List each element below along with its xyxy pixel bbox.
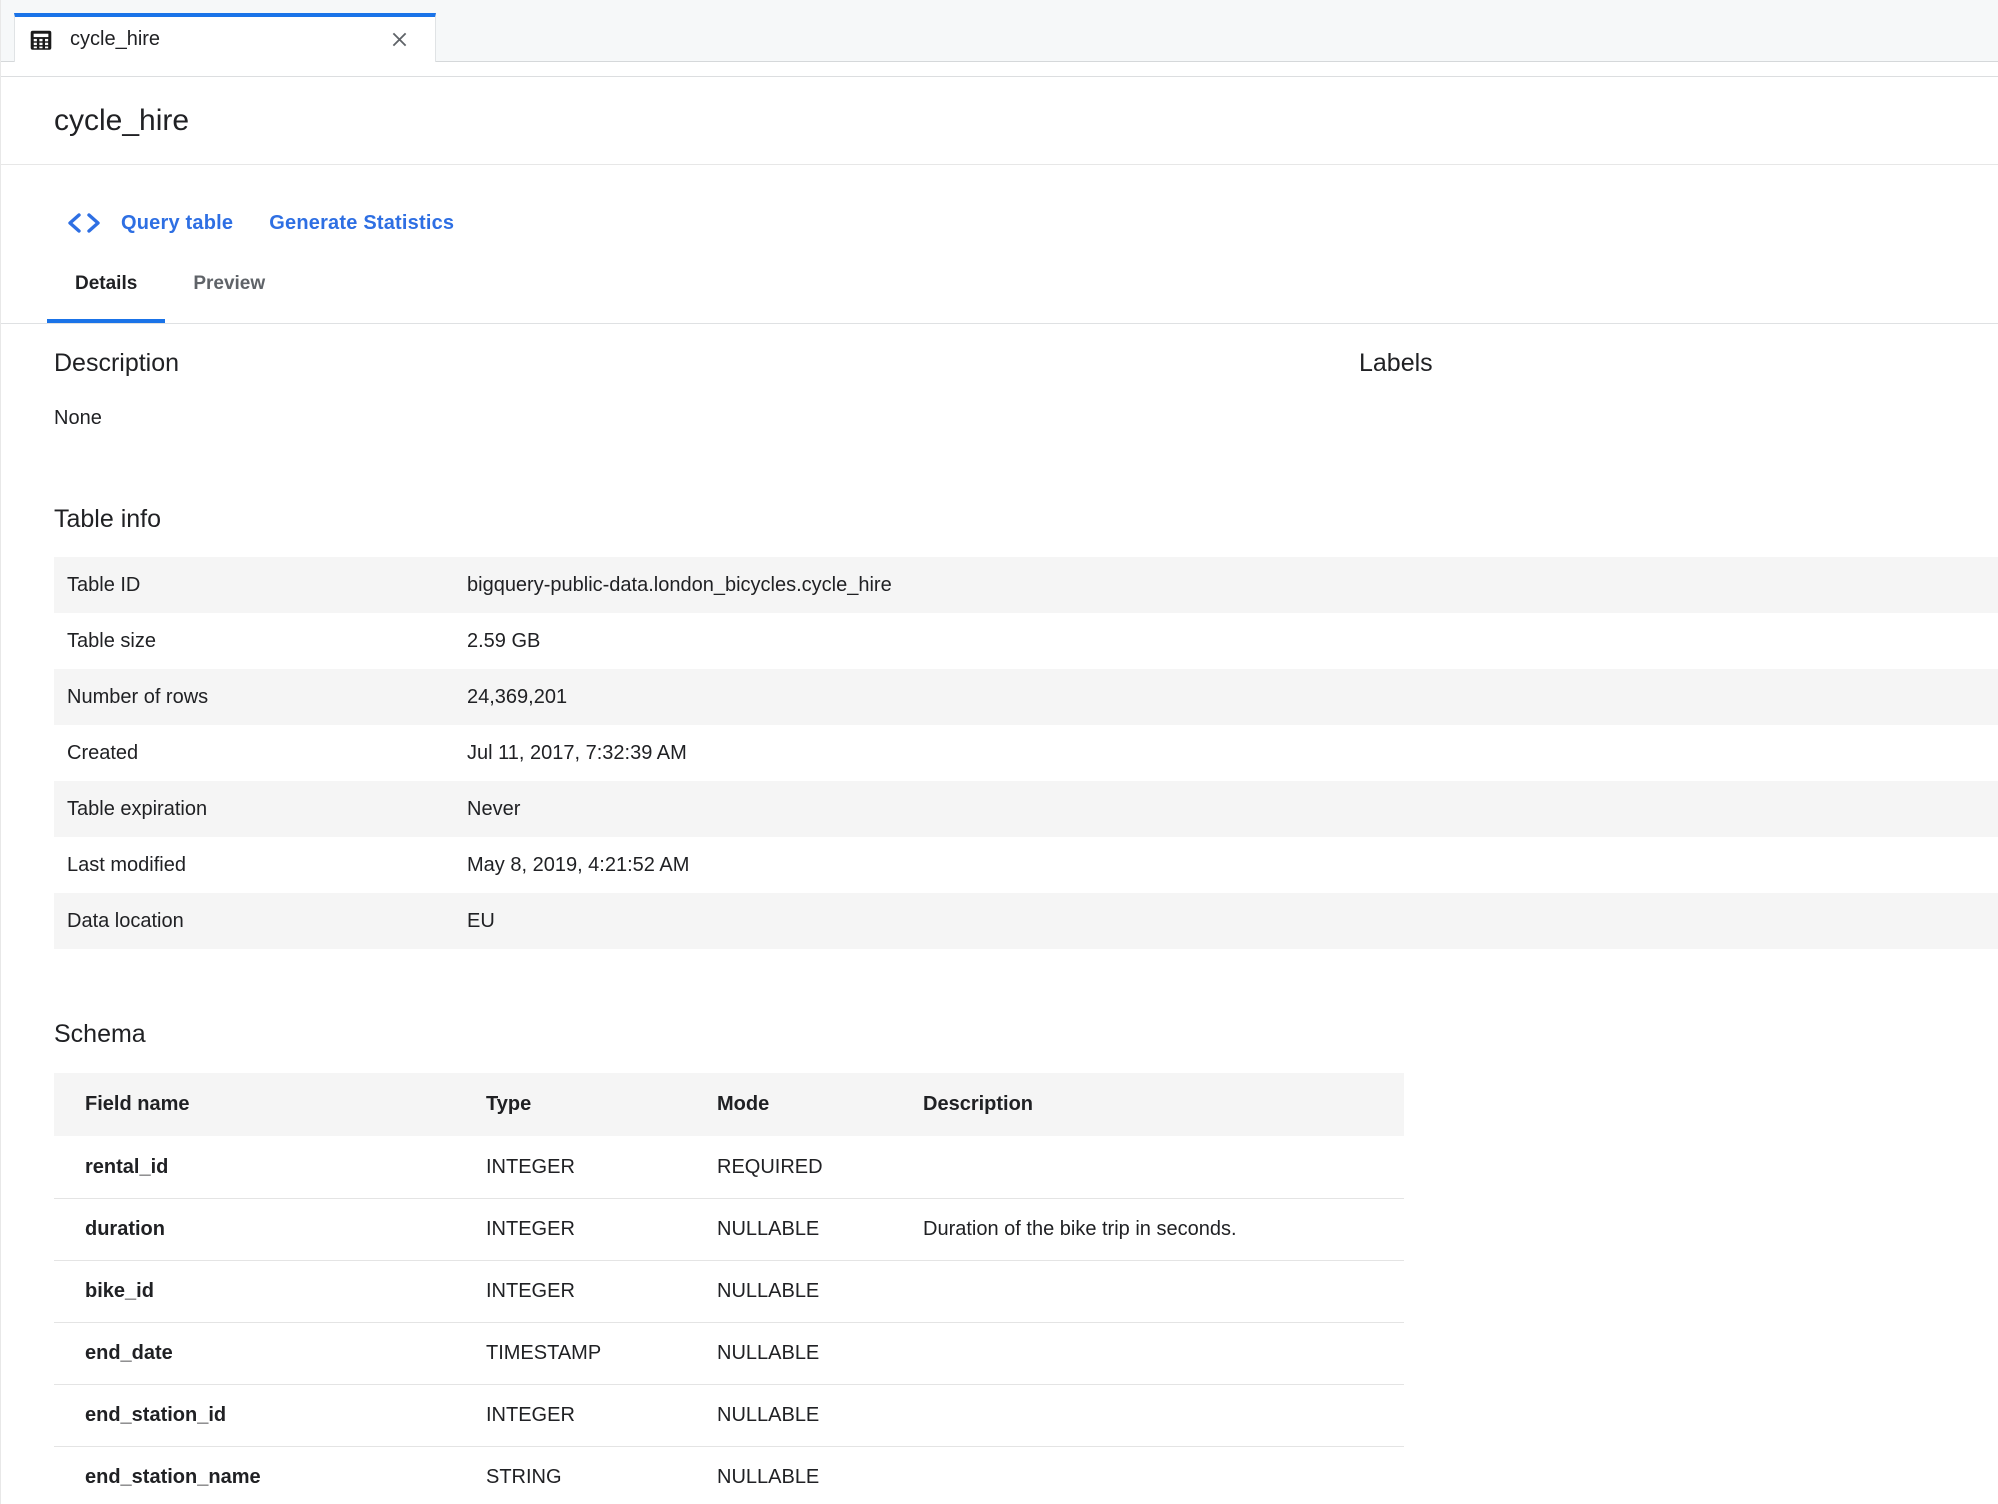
schema-row: end_station_id INTEGER NULLABLE xyxy=(54,1384,1404,1446)
table-row: Data location EU xyxy=(54,893,1998,949)
page-title: cycle_hire xyxy=(54,104,189,138)
tab-details[interactable]: Details xyxy=(47,248,165,323)
info-value: EU xyxy=(467,910,495,933)
editor-tab-strip: cycle_hire xyxy=(1,0,1998,62)
info-value: 2.59 GB xyxy=(467,630,540,653)
details-content: Description Labels None Table info Table… xyxy=(1,348,1998,1504)
info-label: Data location xyxy=(54,910,467,933)
field-name: end_station_id xyxy=(54,1404,486,1427)
field-mode: NULLABLE xyxy=(717,1404,923,1427)
generate-statistics-label: Generate Statistics xyxy=(269,212,454,235)
field-type: INTEGER xyxy=(486,1404,717,1427)
schema-row: rental_id INTEGER REQUIRED xyxy=(54,1136,1404,1198)
field-name: bike_id xyxy=(54,1280,486,1303)
code-brackets-icon xyxy=(65,211,103,235)
table-row: Table expiration Never xyxy=(54,781,1998,837)
info-label: Table size xyxy=(54,630,467,653)
info-label: Table expiration xyxy=(54,798,467,821)
table-details-page: cycle_hire cycle_hire Query table Genera… xyxy=(0,0,1998,1504)
view-tabs: Details Preview xyxy=(1,248,1998,324)
field-type: STRING xyxy=(486,1466,717,1489)
generate-statistics-button[interactable]: Generate Statistics xyxy=(269,212,454,235)
info-value: bigquery-public-data.london_bicycles.cyc… xyxy=(467,574,892,597)
query-table-label: Query table xyxy=(121,212,233,235)
table-grid-icon xyxy=(28,27,54,53)
schema-heading: Schema xyxy=(54,1019,1998,1049)
col-field-name: Field name xyxy=(54,1093,486,1116)
schema-row: duration INTEGER NULLABLE Duration of th… xyxy=(54,1198,1404,1260)
field-description: Duration of the bike trip in seconds. xyxy=(923,1218,1404,1241)
field-name: end_date xyxy=(54,1342,486,1365)
field-mode: NULLABLE xyxy=(717,1218,923,1241)
field-mode: NULLABLE xyxy=(717,1280,923,1303)
description-heading: Description xyxy=(54,348,1998,378)
close-icon[interactable] xyxy=(389,29,410,50)
field-name: duration xyxy=(54,1218,486,1241)
query-table-button[interactable]: Query table xyxy=(65,211,233,235)
field-type: INTEGER xyxy=(486,1156,717,1179)
field-type: INTEGER xyxy=(486,1280,717,1303)
table-info-table: Table ID bigquery-public-data.london_bic… xyxy=(54,557,1998,949)
title-bar: cycle_hire xyxy=(1,77,1998,165)
table-info-heading: Table info xyxy=(54,504,1998,534)
field-name: end_station_name xyxy=(54,1466,486,1489)
info-label: Number of rows xyxy=(54,686,467,709)
field-type: INTEGER xyxy=(486,1218,717,1241)
table-row: Created Jul 11, 2017, 7:32:39 AM xyxy=(54,725,1998,781)
tab-preview[interactable]: Preview xyxy=(165,248,293,323)
info-value: May 8, 2019, 4:21:52 AM xyxy=(467,854,689,877)
table-row: Number of rows 24,369,201 xyxy=(54,669,1998,725)
col-description: Description xyxy=(923,1093,1404,1116)
field-name: rental_id xyxy=(54,1156,486,1179)
toolbar: Query table Generate Statistics xyxy=(1,198,1998,248)
info-label: Table ID xyxy=(54,574,467,597)
tab-cycle-hire[interactable]: cycle_hire xyxy=(14,13,436,62)
info-label: Last modified xyxy=(54,854,467,877)
schema-row: end_station_name STRING NULLABLE xyxy=(54,1446,1404,1504)
info-label: Created xyxy=(54,742,467,765)
table-row: Table ID bigquery-public-data.london_bic… xyxy=(54,557,1998,613)
table-row: Table size 2.59 GB xyxy=(54,613,1998,669)
description-labels-row: Description Labels xyxy=(54,348,1998,378)
info-value: 24,369,201 xyxy=(467,686,567,709)
field-mode: REQUIRED xyxy=(717,1156,923,1179)
labels-heading: Labels xyxy=(1359,348,1433,378)
schema-header-row: Field name Type Mode Description xyxy=(54,1073,1404,1136)
field-mode: NULLABLE xyxy=(717,1342,923,1365)
schema-table: Field name Type Mode Description rental_… xyxy=(54,1073,1404,1504)
tab-title: cycle_hire xyxy=(70,28,160,51)
field-mode: NULLABLE xyxy=(717,1466,923,1489)
schema-row: bike_id INTEGER NULLABLE xyxy=(54,1260,1404,1322)
schema-row: end_date TIMESTAMP NULLABLE xyxy=(54,1322,1404,1384)
description-value: None xyxy=(54,404,1998,432)
field-type: TIMESTAMP xyxy=(486,1342,717,1365)
info-value: Never xyxy=(467,798,520,821)
col-mode: Mode xyxy=(717,1093,923,1116)
col-type: Type xyxy=(486,1093,717,1116)
tabstrip-divider xyxy=(1,62,1998,77)
info-value: Jul 11, 2017, 7:32:39 AM xyxy=(467,742,687,765)
table-row: Last modified May 8, 2019, 4:21:52 AM xyxy=(54,837,1998,893)
